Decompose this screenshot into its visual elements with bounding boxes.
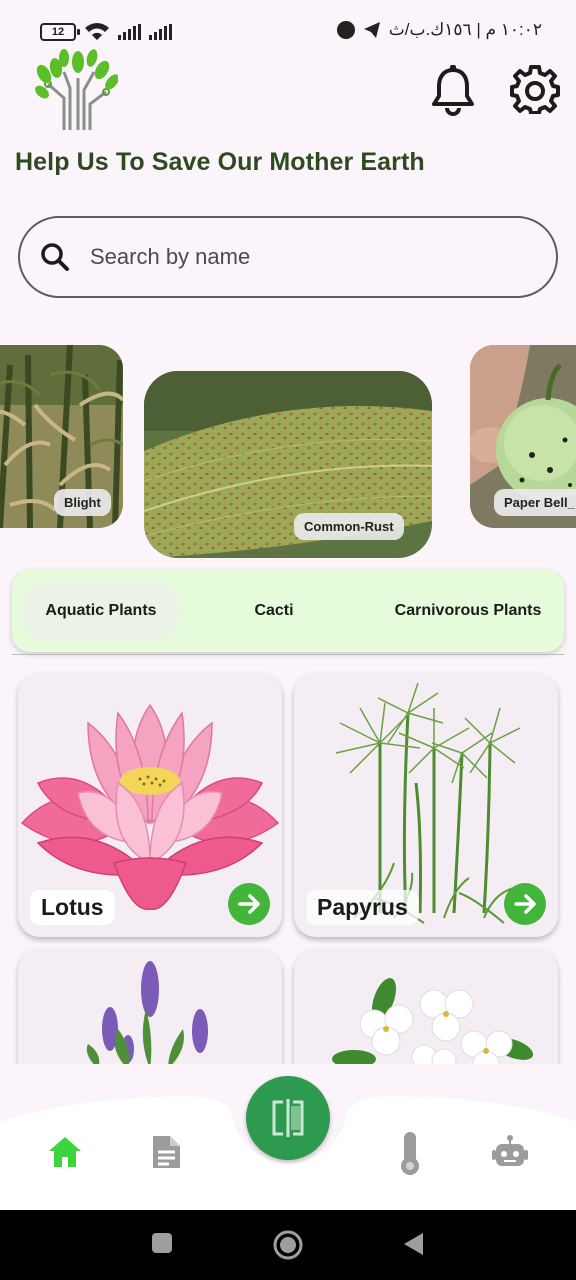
- status-right: ١٠:٠٢ م | ١٥٦ك.ب/ث: [336, 20, 542, 40]
- signal-icon-2: [149, 24, 172, 40]
- bell-icon[interactable]: [430, 64, 476, 116]
- disease-label: Common-Rust: [294, 513, 404, 540]
- tab-aquatic-plants[interactable]: Aquatic Plants: [20, 580, 182, 642]
- plant-grid: Lotus Papyrus: [0, 656, 576, 1064]
- home-button-icon[interactable]: [272, 1229, 304, 1261]
- status-time: ١٠:٠٢ م | ١٥٦ك.ب/ث: [388, 20, 542, 39]
- search-input[interactable]: [90, 244, 490, 270]
- divider: [12, 654, 564, 655]
- open-plant-button[interactable]: [228, 883, 270, 925]
- whatsapp-icon: [336, 21, 355, 39]
- signal-icon: [118, 24, 141, 40]
- telegram-icon: [363, 22, 380, 38]
- page-headline: Help Us To Save Our Mother Earth: [15, 148, 425, 176]
- home-icon[interactable]: [47, 1134, 83, 1170]
- gear-icon[interactable]: [510, 64, 560, 114]
- thermometer-icon[interactable]: [392, 1130, 428, 1176]
- arrow-right-icon: [238, 894, 260, 914]
- recents-icon[interactable]: [151, 1232, 173, 1254]
- plant-card-lotus[interactable]: Lotus: [18, 673, 282, 937]
- plant-card-papyrus[interactable]: Papyrus: [294, 673, 558, 937]
- scan-icon: [272, 1099, 304, 1137]
- disease-card-blight[interactable]: Blight: [0, 345, 123, 528]
- disease-label: Paper Bell_: [494, 489, 576, 516]
- search-bar[interactable]: [18, 216, 558, 298]
- category-tabs: Aquatic Plants Cacti Carnivorous Plants: [12, 570, 564, 652]
- robot-icon[interactable]: [492, 1134, 528, 1170]
- plant-name: Papyrus: [306, 890, 419, 925]
- scan-button[interactable]: [246, 1076, 330, 1160]
- jasmine-image: [332, 978, 534, 1064]
- lavender-image: [86, 961, 208, 1064]
- plant-name: Lotus: [30, 890, 115, 925]
- search-icon: [41, 243, 69, 271]
- battery-icon: 12: [40, 23, 80, 41]
- disease-label: Blight: [54, 489, 111, 516]
- tab-cacti[interactable]: Cacti: [218, 580, 330, 642]
- arrow-right-icon: [514, 894, 536, 914]
- disease-card-common-rust[interactable]: Common-Rust: [144, 371, 432, 558]
- plant-card-jasmine[interactable]: [294, 949, 558, 1064]
- plant-card-lavender[interactable]: [18, 949, 282, 1064]
- document-icon[interactable]: [148, 1134, 184, 1170]
- status-icons-left: 12: [40, 22, 172, 42]
- tree-circuit-logo-icon: [35, 49, 118, 130]
- wifi-icon: [85, 23, 109, 40]
- disease-card-paper-bell[interactable]: Paper Bell_: [470, 345, 576, 528]
- tab-carnivorous-plants[interactable]: Carnivorous Plants: [378, 580, 558, 642]
- back-icon[interactable]: [403, 1232, 425, 1256]
- open-plant-button[interactable]: [504, 883, 546, 925]
